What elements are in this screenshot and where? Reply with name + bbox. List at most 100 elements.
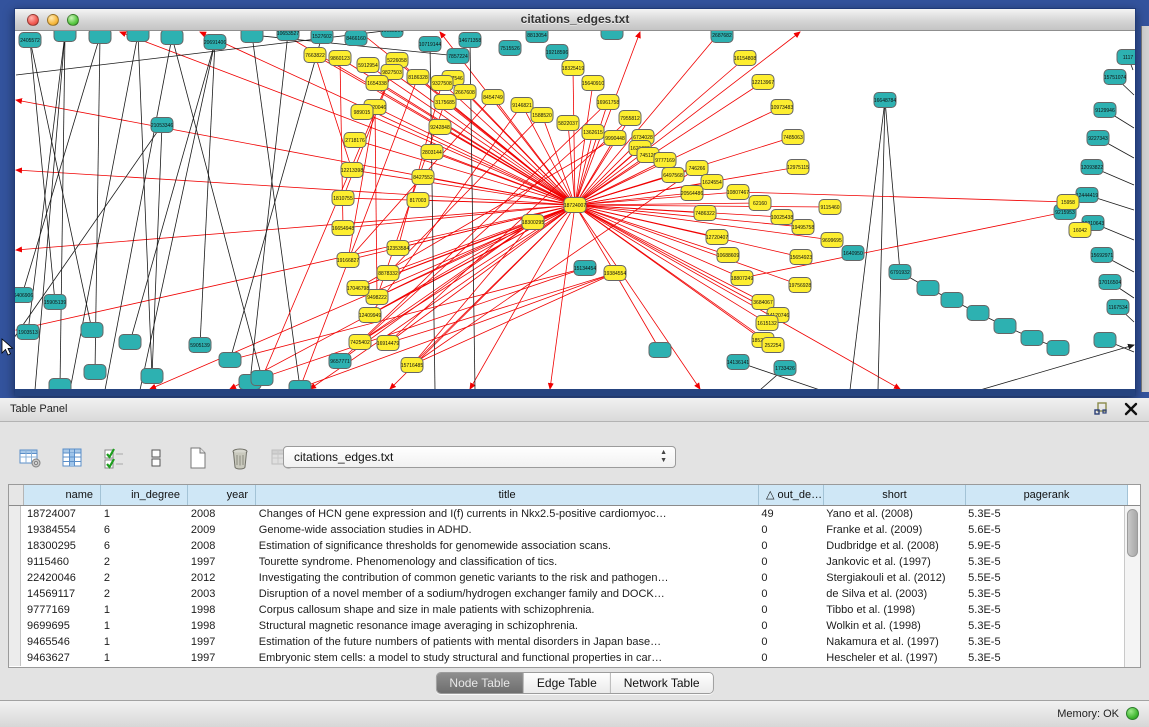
graph-node[interactable]: 17046798 bbox=[347, 281, 369, 296]
graph-node[interactable]: 10807467 bbox=[727, 185, 749, 200]
column-header-short[interactable]: short bbox=[824, 485, 966, 505]
graph-node[interactable]: 817003 bbox=[407, 193, 429, 208]
graph-node[interactable]: 15751074 bbox=[1104, 70, 1126, 85]
graph-node[interactable]: 6497568 bbox=[662, 168, 684, 183]
graph-node[interactable]: 16154808 bbox=[734, 51, 756, 66]
float-window-icon[interactable] bbox=[1093, 401, 1109, 417]
table-row[interactable]: 969969511998Structural magnetic resonanc… bbox=[9, 618, 1124, 634]
graph-node[interactable]: 12409949 bbox=[359, 308, 381, 323]
graph-node[interactable] bbox=[649, 343, 671, 358]
table-row[interactable]: 911546021997Tourette syndrome. Phenomeno… bbox=[9, 554, 1124, 570]
graph-node[interactable]: 18724007 bbox=[564, 198, 586, 213]
graph-node[interactable]: 9129946 bbox=[1094, 103, 1116, 118]
graph-node[interactable] bbox=[119, 335, 141, 350]
graph-node[interactable]: 14671358 bbox=[459, 33, 481, 48]
graph-node[interactable]: 7486322 bbox=[694, 206, 716, 221]
graph-node[interactable]: 7515526 bbox=[499, 41, 521, 56]
graph-node[interactable]: 9327508 bbox=[431, 76, 453, 91]
close-panel-icon[interactable] bbox=[1123, 401, 1139, 417]
vertical-scrollbar[interactable] bbox=[1124, 506, 1140, 667]
graph-node[interactable] bbox=[241, 31, 263, 43]
graph-node[interactable]: 9242848 bbox=[429, 120, 451, 135]
graph-node[interactable]: 10025438 bbox=[771, 210, 793, 225]
graph-node[interactable]: 9699695 bbox=[821, 233, 843, 248]
graph-node[interactable]: 1117 bbox=[1117, 50, 1135, 65]
graph-node[interactable]: 9657771 bbox=[329, 354, 351, 369]
graph-node[interactable]: 12213398 bbox=[341, 163, 363, 178]
graph-node[interactable]: 1615132 bbox=[756, 316, 778, 331]
graph-node[interactable]: 16033809 bbox=[381, 31, 403, 38]
graph-node[interactable]: 10653527 bbox=[277, 31, 299, 41]
graph-node[interactable]: 7425402 bbox=[349, 335, 371, 350]
graph-node[interactable]: 16961758 bbox=[597, 95, 619, 110]
graph-node[interactable]: 9227343 bbox=[1087, 131, 1109, 146]
graph-node[interactable]: 12720407 bbox=[706, 230, 728, 245]
graph-node[interactable]: 8813054 bbox=[526, 31, 548, 43]
graph-node[interactable]: 8466160 bbox=[345, 31, 367, 46]
graph-node[interactable]: 12975115 bbox=[787, 160, 809, 175]
graph-node[interactable]: 1903513 bbox=[17, 325, 39, 340]
graph-node[interactable]: 9860123 bbox=[329, 51, 351, 66]
graph-node[interactable] bbox=[289, 381, 311, 390]
graph-node[interactable] bbox=[1094, 333, 1116, 348]
graph-node[interactable]: 12353584 bbox=[387, 241, 409, 256]
graph-node[interactable] bbox=[141, 369, 163, 384]
graph-node[interactable] bbox=[81, 323, 103, 338]
graph-node[interactable]: 1527602 bbox=[311, 31, 333, 44]
graph-node[interactable]: 7857224 bbox=[447, 49, 469, 64]
tab-edge-table[interactable]: Edge Table bbox=[524, 673, 611, 693]
graph-node[interactable]: 252254 bbox=[762, 338, 784, 353]
graph-node[interactable]: 9990448 bbox=[604, 131, 626, 146]
table-row[interactable]: 1872400712008Changes of HCN gene express… bbox=[9, 506, 1124, 522]
tab-node-table[interactable]: Node Table bbox=[436, 673, 524, 693]
graph-node[interactable]: 10973483 bbox=[771, 100, 793, 115]
graph-node[interactable] bbox=[1021, 331, 1043, 346]
graph-node[interactable] bbox=[601, 31, 623, 40]
graph-node[interactable]: 2803144 bbox=[421, 145, 443, 160]
column-header-out_de…[interactable]: △ out_de… bbox=[759, 485, 824, 505]
graph-node[interactable]: 15692971 bbox=[1091, 248, 1113, 263]
graph-node[interactable]: 3175685 bbox=[434, 95, 456, 110]
graph-node[interactable] bbox=[1047, 341, 1069, 356]
graph-node[interactable] bbox=[54, 31, 76, 42]
graph-node[interactable]: 19384554 bbox=[604, 266, 626, 281]
table-settings-button[interactable] bbox=[14, 443, 46, 473]
graph-node[interactable]: 18325419 bbox=[562, 61, 584, 76]
graph-node[interactable]: 15905139 bbox=[44, 295, 66, 310]
tab-network-table[interactable]: Network Table bbox=[611, 673, 713, 693]
graph-node[interactable]: 17016504 bbox=[1099, 275, 1121, 290]
graph-node[interactable]: 16042 bbox=[1069, 223, 1091, 238]
graph-node[interactable]: 2667608 bbox=[454, 85, 476, 100]
table-row[interactable]: 1938455462009Genome-wide association stu… bbox=[9, 522, 1124, 538]
graph-node[interactable]: 1640950 bbox=[842, 246, 864, 261]
graph-node[interactable]: 5905139 bbox=[189, 338, 211, 353]
graph-node[interactable]: 7955812 bbox=[619, 111, 641, 126]
graph-node[interactable]: 7485063 bbox=[782, 130, 804, 145]
graph-node[interactable]: 15716485 bbox=[401, 358, 423, 373]
graph-node[interactable]: 2687682 bbox=[711, 31, 733, 43]
column-header-name[interactable]: name bbox=[24, 485, 101, 505]
graph-node[interactable]: 15958 bbox=[1057, 195, 1079, 210]
select-rows-button[interactable] bbox=[98, 443, 130, 473]
graph-node[interactable] bbox=[161, 31, 183, 45]
scrollbar-thumb[interactable] bbox=[1127, 509, 1138, 557]
graph-node[interactable]: 19166827 bbox=[337, 253, 359, 268]
graph-node[interactable]: 989015 bbox=[351, 105, 373, 120]
column-header-title[interactable]: title bbox=[256, 485, 759, 505]
table-row[interactable]: 946362711997Embryonic stem cells: a mode… bbox=[9, 650, 1124, 666]
graph-node[interactable]: 12093822 bbox=[1081, 160, 1103, 175]
graph-node[interactable]: 8878332 bbox=[377, 266, 399, 281]
graph-node[interactable] bbox=[49, 379, 71, 390]
graph-node[interactable]: 19756928 bbox=[789, 278, 811, 293]
graph-node[interactable]: 21053346 bbox=[151, 118, 173, 133]
graph-node[interactable]: 16914479 bbox=[377, 336, 399, 351]
create-table-button[interactable] bbox=[182, 443, 214, 473]
graph-node[interactable]: 18300295 bbox=[522, 215, 544, 230]
graph-node[interactable]: 2718176 bbox=[344, 133, 366, 148]
graph-node[interactable]: 746266 bbox=[686, 161, 708, 176]
delete-table-button[interactable] bbox=[224, 443, 256, 473]
graph-node[interactable]: 15640910 bbox=[582, 76, 604, 91]
graph-node[interactable]: 62160 bbox=[749, 196, 771, 211]
table-select-dropdown[interactable]: citations_edges.txt ▲▼ bbox=[283, 446, 676, 468]
graph-node[interactable] bbox=[941, 293, 963, 308]
